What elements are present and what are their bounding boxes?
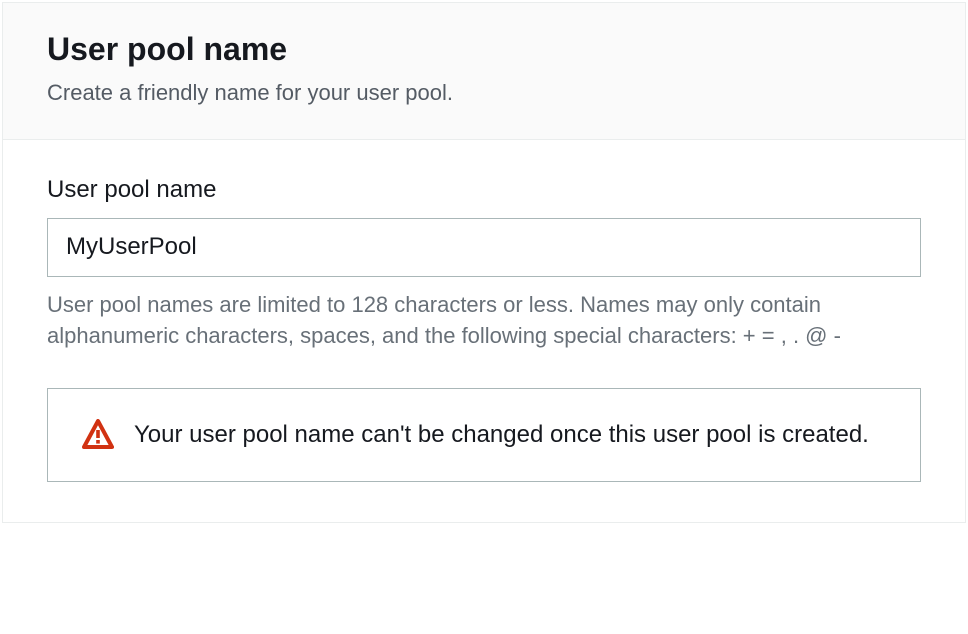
- pool-name-label: User pool name: [47, 176, 921, 204]
- user-pool-name-panel: User pool name Create a friendly name fo…: [2, 2, 966, 523]
- panel-subtitle: Create a friendly name for your user poo…: [47, 78, 921, 109]
- warning-alert: Your user pool name can't be changed onc…: [47, 388, 921, 482]
- warning-alert-text: Your user pool name can't be changed onc…: [134, 417, 869, 453]
- pool-name-input[interactable]: [47, 218, 921, 277]
- warning-triangle-icon: [82, 419, 114, 451]
- pool-name-help-text: User pool names are limited to 128 chara…: [47, 289, 921, 353]
- panel-header: User pool name Create a friendly name fo…: [3, 3, 965, 140]
- panel-title: User pool name: [47, 31, 921, 68]
- panel-body: User pool name User pool names are limit…: [3, 140, 965, 523]
